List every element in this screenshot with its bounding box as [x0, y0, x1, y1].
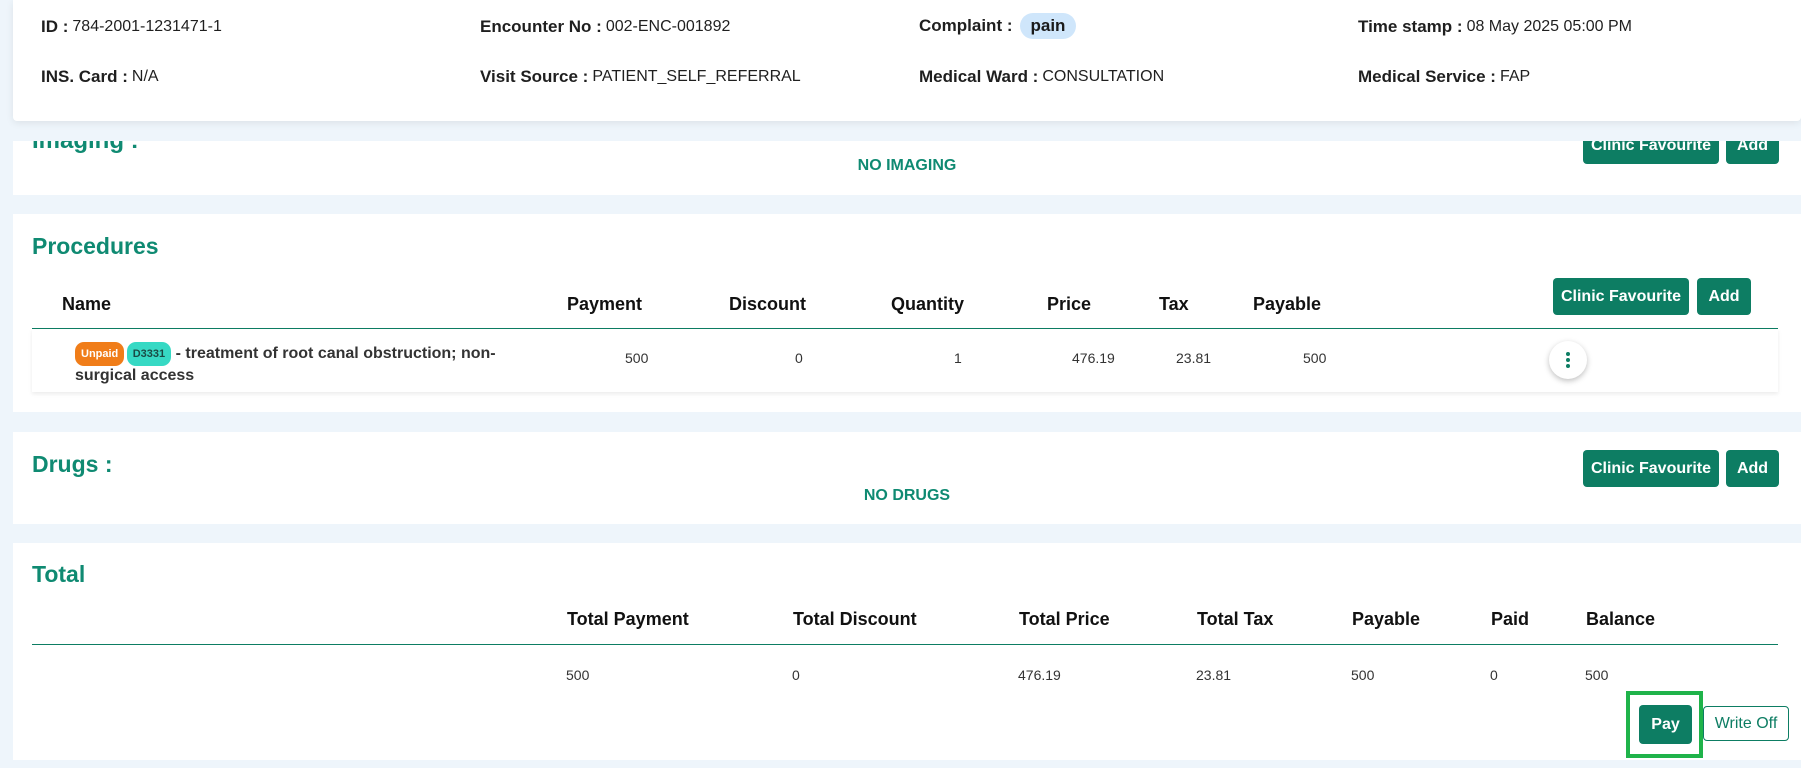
balance-value: 500	[1585, 667, 1609, 683]
cell-price: 476.19	[1072, 350, 1115, 366]
col-payment: Payment	[567, 294, 643, 314]
ins-card-label: INS. Card :	[41, 67, 128, 86]
medical-service-label: Medical Service :	[1358, 67, 1496, 86]
procedures-add-button[interactable]: Add	[1697, 278, 1751, 315]
cell-discount: 0	[795, 350, 803, 366]
col-total-price: Total Price	[1019, 609, 1110, 629]
visit-source-label: Visit Source :	[480, 67, 589, 86]
medical-service-field: Medical Service : FAP	[1358, 67, 1530, 87]
procedures-title: Procedures	[32, 233, 159, 259]
no-drugs-text: NO DRUGS	[863, 487, 951, 504]
total-title: Total	[32, 561, 86, 587]
drugs-add-button[interactable]: Add	[1726, 450, 1779, 487]
total-price-value: 476.19	[1018, 667, 1061, 683]
encounter-no-value: 002-ENC-001892	[605, 18, 731, 35]
timestamp-value: 08 May 2025 05:00 PM	[1466, 18, 1632, 35]
status-badge: Unpaid	[75, 342, 125, 366]
encounter-no-label: Encounter No :	[480, 17, 602, 36]
medical-service-value: FAP	[1499, 68, 1531, 85]
encounter-no-field: Encounter No : 002-ENC-001892	[480, 17, 730, 37]
drugs-title: Drugs :	[32, 451, 113, 477]
total-section: Total Total Payment Total Discount Total…	[13, 543, 1801, 760]
medical-ward-value: CONSULTATION	[1042, 68, 1165, 85]
col-discount: Discount	[729, 294, 807, 314]
patient-id-value: 784-2001-1231471-1	[72, 18, 222, 35]
timestamp-label: Time stamp :	[1358, 17, 1463, 36]
medical-ward-field: Medical Ward : CONSULTATION	[919, 67, 1164, 87]
table-row: Unpaid D3331 - treatment of root canal o…	[32, 329, 1778, 392]
medical-ward-label: Medical Ward :	[919, 67, 1039, 86]
col-total-payable: Payable	[1352, 609, 1421, 629]
total-tax-value: 23.81	[1196, 667, 1232, 683]
col-quantity: Quantity	[891, 294, 965, 314]
encounter-header: ID : 784-2001-1231471-1 Encounter No : 0…	[13, 0, 1801, 121]
patient-id-label: ID :	[41, 17, 69, 36]
total-header-rule	[32, 644, 1778, 645]
total-payment-value: 500	[566, 667, 590, 683]
row-actions-kebab-icon[interactable]	[1549, 341, 1587, 379]
total-payable-value: 500	[1351, 667, 1375, 683]
complaint-pill: pain	[1019, 13, 1077, 39]
col-total-tax: Total Tax	[1197, 609, 1274, 629]
total-discount-value: 0	[792, 667, 800, 683]
visit-source-field: Visit Source : PATIENT_SELF_REFERRAL	[480, 67, 801, 87]
paid-value: 0	[1490, 667, 1498, 683]
procedure-name-cell: Unpaid D3331 - treatment of root canal o…	[75, 342, 545, 386]
timestamp-field: Time stamp : 08 May 2025 05:00 PM	[1358, 17, 1632, 37]
ins-card-value: N/A	[131, 68, 159, 85]
write-off-button[interactable]: Write Off	[1703, 706, 1789, 741]
col-price: Price	[1047, 294, 1092, 314]
col-name: Name	[62, 294, 112, 314]
drugs-clinic-favourite-button[interactable]: Clinic Favourite	[1583, 450, 1719, 487]
cell-tax: 23.81	[1176, 350, 1212, 366]
cell-payable: 500	[1303, 350, 1327, 366]
col-paid: Paid	[1491, 609, 1530, 629]
procedures-section: Procedures Clinic Favourite Add Name Pay…	[13, 214, 1801, 412]
imaging-title: Imaging :	[32, 141, 139, 155]
pay-button[interactable]: Pay	[1639, 705, 1692, 744]
no-imaging-text: NO IMAGING	[857, 157, 957, 174]
col-balance: Balance	[1586, 609, 1656, 629]
col-total-discount: Total Discount	[793, 609, 917, 629]
col-tax: Tax	[1159, 294, 1189, 314]
procedures-clinic-favourite-button[interactable]: Clinic Favourite	[1553, 278, 1689, 315]
complaint-label: Complaint :	[919, 16, 1013, 35]
col-payable: Payable	[1253, 294, 1322, 314]
procedure-code-badge: D3331	[126, 342, 172, 366]
cell-payment: 500	[625, 350, 649, 366]
col-total-payment: Total Payment	[567, 609, 689, 629]
imaging-section: Imaging : Clinic Favourite Add NO IMAGIN…	[13, 141, 1801, 195]
visit-source-value: PATIENT_SELF_REFERRAL	[592, 68, 801, 85]
patient-id-field: ID : 784-2001-1231471-1	[41, 17, 222, 37]
cell-quantity: 1	[954, 350, 962, 366]
complaint-field: Complaint : pain	[919, 13, 1077, 39]
drugs-section: Drugs : Clinic Favourite Add NO DRUGS	[13, 432, 1801, 524]
ins-card-field: INS. Card : N/A	[41, 67, 159, 87]
